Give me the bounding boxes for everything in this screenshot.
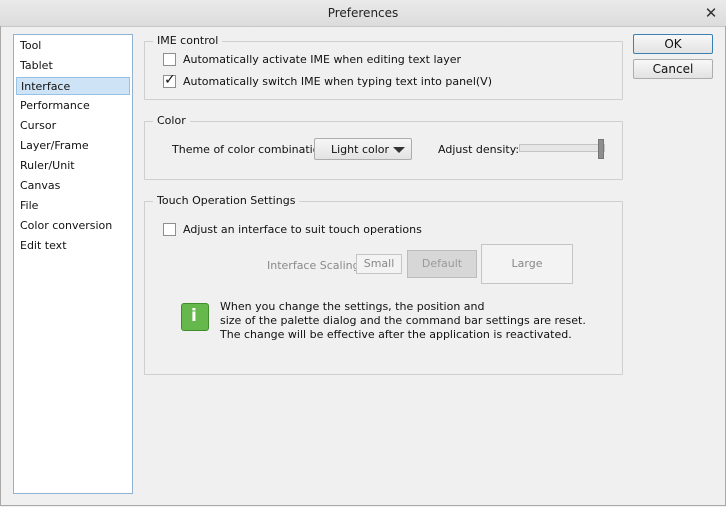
info-icon: i: [181, 303, 209, 331]
sidebar-item-tablet[interactable]: Tablet: [16, 57, 130, 75]
sidebar-item-layer-frame[interactable]: Layer/Frame: [16, 137, 130, 155]
sidebar-item-label: Canvas: [20, 179, 61, 192]
sidebar-item-performance[interactable]: Performance: [16, 97, 130, 115]
scale-small-button[interactable]: Small: [356, 254, 402, 274]
cancel-button[interactable]: Cancel: [633, 59, 713, 79]
interface-scaling-label: Interface Scaling:: [267, 259, 364, 272]
ok-button[interactable]: OK: [633, 34, 713, 54]
color-legend: Color: [153, 114, 190, 128]
sidebar-item-label: File: [20, 199, 39, 212]
ime-control-group: IME control Automatically activate IME w…: [144, 34, 623, 100]
theme-dropdown-value: Light color: [331, 143, 390, 156]
sidebar-item-label: Performance: [20, 99, 90, 112]
sidebar-item-label: Edit text: [20, 239, 67, 252]
color-group: Color Theme of color combination: Light …: [144, 114, 623, 180]
density-label: Adjust density:: [438, 143, 520, 156]
info-text-line: When you change the settings, the positi…: [220, 300, 485, 313]
sidebar-item-interface[interactable]: Interface: [16, 77, 130, 95]
ime-control-legend: IME control: [153, 34, 223, 48]
auto-switch-ime-checkbox[interactable]: ✓: [163, 72, 176, 88]
touch-settings-group: Touch Operation Settings Adjust an inter…: [144, 194, 623, 375]
auto-activate-ime-checkbox[interactable]: [163, 53, 176, 66]
checkmark-icon: ✓: [164, 72, 176, 88]
density-slider[interactable]: [519, 139, 605, 159]
info-text-line: The change will be effective after the a…: [220, 328, 572, 341]
sidebar-item-label: Tool: [20, 39, 42, 52]
sidebar-item-tool[interactable]: Tool: [16, 37, 130, 55]
scale-default-button[interactable]: Default: [407, 250, 477, 278]
sidebar-item-label: Layer/Frame: [20, 139, 89, 152]
touch-settings-legend: Touch Operation Settings: [153, 194, 300, 208]
sidebar-item-label: Color conversion: [20, 219, 113, 232]
sidebar-item-color-conversion[interactable]: Color conversion: [16, 217, 130, 235]
density-slider-thumb[interactable]: [598, 139, 604, 159]
scale-large-button[interactable]: Large: [481, 244, 573, 284]
theme-label: Theme of color combination:: [172, 143, 331, 156]
touch-adjust-label: Adjust an interface to suit touch operat…: [183, 223, 422, 236]
info-text-line: size of the palette dialog and the comma…: [220, 314, 586, 327]
auto-switch-ime-label: Automatically switch IME when typing tex…: [183, 75, 492, 88]
title-bar: Preferences ✕: [0, 0, 726, 27]
touch-adjust-checkbox[interactable]: [163, 223, 176, 236]
sidebar-item-cursor[interactable]: Cursor: [16, 117, 130, 135]
sidebar-item-label: Tablet: [20, 59, 53, 72]
sidebar-item-label: Ruler/Unit: [20, 159, 75, 172]
theme-dropdown[interactable]: Light color: [314, 138, 412, 160]
sidebar-item-file[interactable]: File: [16, 197, 130, 215]
sidebar-item-label: Cursor: [20, 119, 57, 132]
sidebar-item-ruler-unit[interactable]: Ruler/Unit: [16, 157, 130, 175]
window-title: Preferences: [327, 6, 399, 20]
category-list[interactable]: Tool Tablet Interface Performance Cursor…: [13, 34, 133, 494]
sidebar-item-label: Interface: [21, 80, 71, 93]
sidebar-item-canvas[interactable]: Canvas: [16, 177, 130, 195]
close-icon[interactable]: ✕: [702, 4, 720, 22]
sidebar-item-edit-text[interactable]: Edit text: [16, 237, 130, 255]
chevron-down-icon: [393, 147, 405, 153]
auto-activate-ime-label: Automatically activate IME when editing …: [183, 53, 462, 66]
